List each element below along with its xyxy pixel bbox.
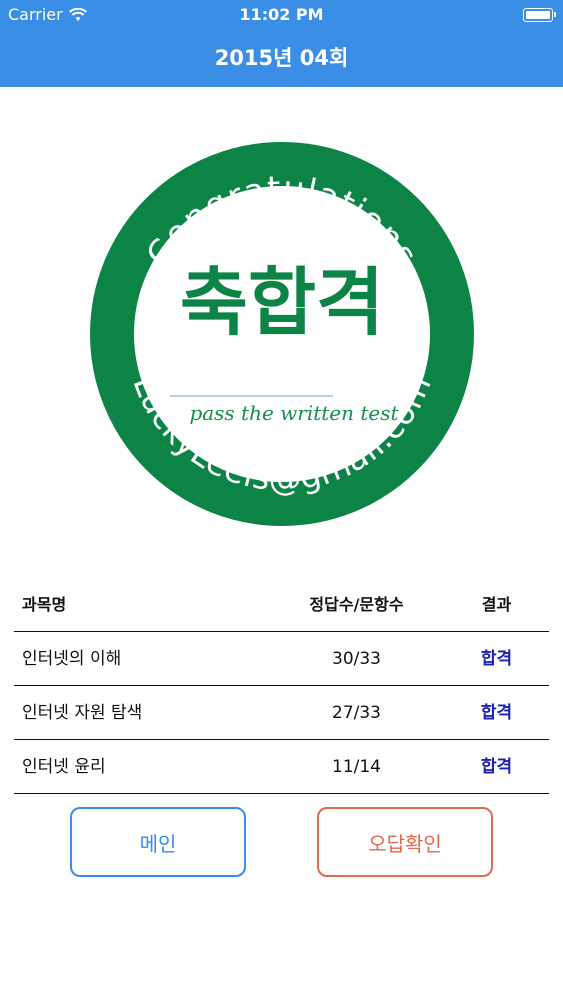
row-subject: 인터넷의 이해 [22,649,122,669]
row-result: 합격 [480,703,513,723]
table-row: 인터넷의 이해 30/33 합격 [14,632,549,686]
badge-main-text: 축합격 [180,260,384,346]
row-result: 합격 [480,649,513,669]
battery-fill [525,10,550,19]
row-score: 30/33 [332,649,381,669]
status-bar: Carrier 11:02 PM [0,0,563,30]
navigation-header: Carrier 11:02 PM 2015년 04회 [0,0,563,87]
row-result: 합격 [480,757,513,777]
header-score: 정답수/문항수 [309,595,404,614]
status-time: 11:02 PM [239,5,324,24]
main-button[interactable]: 메인 [70,807,246,877]
table-row: 인터넷 윤리 11/14 합격 [14,740,549,794]
row-subject: 인터넷 자원 탐색 [22,703,143,723]
results-table: 과목명 정답수/문항수 결과 인터넷의 이해 30/33 합격 인터넷 자원 탐… [14,578,549,794]
battery-icon [523,8,556,22]
page-title: 2015년 04회 [214,46,349,70]
congratulations-badge: Congratulations LuckyLeeis@gmail.com 축합격… [90,142,474,526]
header-result: 결과 [481,595,512,614]
header-subject: 과목명 [22,595,67,614]
badge-sub-text: pass the written test [189,401,399,425]
row-subject: 인터넷 윤리 [22,757,106,777]
review-wrong-answers-button[interactable]: 오답확인 [317,807,493,877]
row-score: 11/14 [332,757,381,777]
row-score: 27/33 [332,703,381,723]
table-header-row: 과목명 정답수/문항수 결과 [14,578,549,632]
table-row: 인터넷 자원 탐색 27/33 합격 [14,686,549,740]
